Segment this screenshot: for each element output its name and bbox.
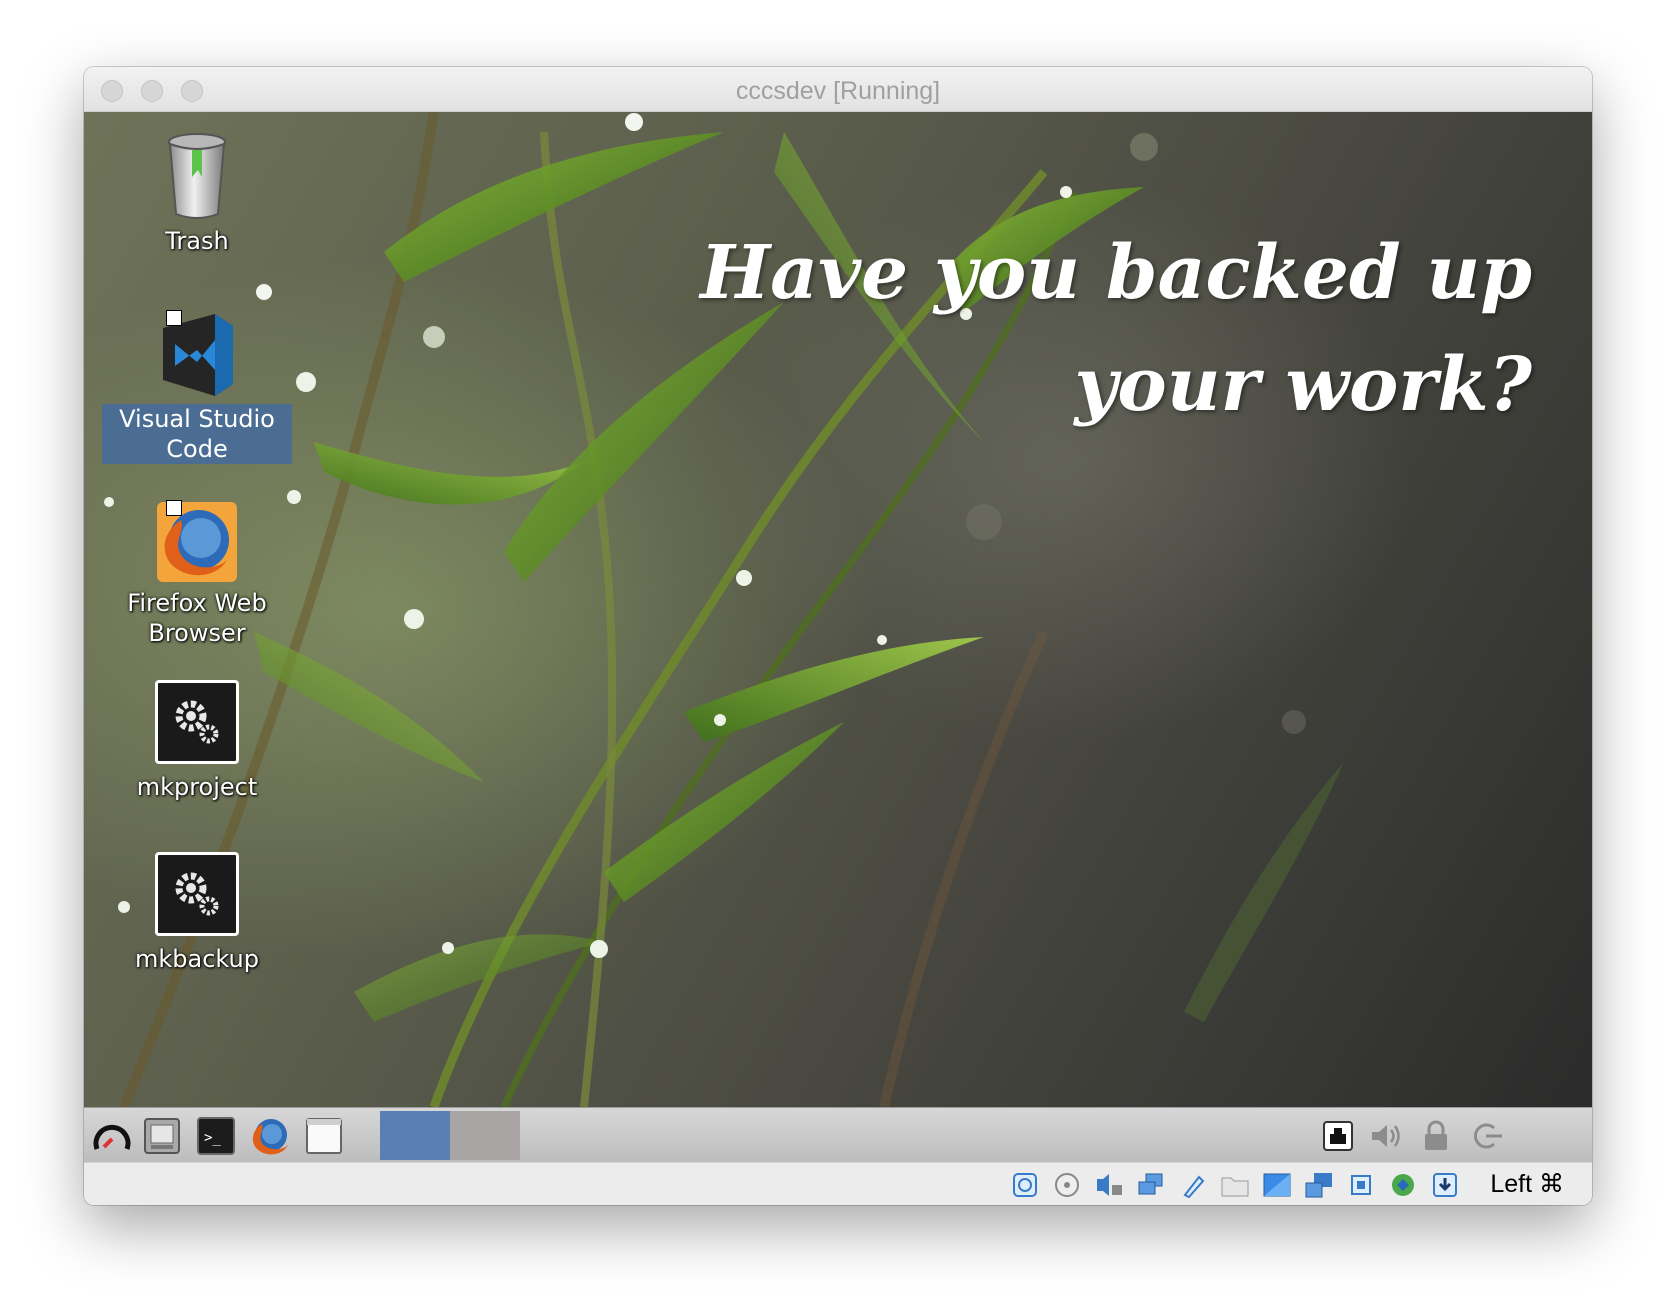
desktop-icon-trash[interactable]: Trash: [102, 132, 292, 256]
usb-icon[interactable]: [1176, 1169, 1210, 1201]
download-icon[interactable]: [1428, 1169, 1462, 1201]
desktop-icon-label: Visual Studio Code: [102, 404, 292, 464]
title-bar[interactable]: cccsdev [Running]: [84, 67, 1592, 112]
desktop-icon-firefox[interactable]: Firefox Web Browser: [102, 500, 292, 648]
menu-icon[interactable]: [90, 1114, 134, 1158]
volume-icon[interactable]: [1366, 1116, 1406, 1156]
firefox-icon[interactable]: [248, 1114, 292, 1158]
terminal-icon[interactable]: >_: [194, 1114, 238, 1158]
guest-taskbar: >_: [84, 1107, 1592, 1162]
desktop-icon-label: mkbackup: [134, 945, 260, 973]
cpu-icon[interactable]: [1344, 1169, 1378, 1201]
virtualbox-window: cccsdev [Running] Have you backed up you…: [84, 67, 1592, 1205]
workspace-1[interactable]: [380, 1111, 450, 1160]
vm-status-bar: Left ⌘: [84, 1162, 1592, 1205]
guest-additions-icon[interactable]: [1386, 1169, 1420, 1201]
gears-icon: [155, 680, 239, 764]
vm-status-icons: [1008, 1169, 1462, 1201]
guest-desktop[interactable]: Have you backed up your work? Trash Visu…: [84, 112, 1592, 1107]
svg-text:>_: >_: [204, 1130, 221, 1146]
blank-window-icon[interactable]: [302, 1114, 346, 1158]
video-capture-icon[interactable]: [1302, 1169, 1336, 1201]
optical-drive-icon[interactable]: [1050, 1169, 1084, 1201]
desktop-icon-label: mkproject: [136, 773, 258, 801]
audio-icon[interactable]: [1092, 1169, 1126, 1201]
shortcut-arrow-icon: [166, 310, 182, 326]
desktop-icon-label: Trash: [165, 227, 229, 255]
network-icon[interactable]: [1318, 1116, 1358, 1156]
workspace-2[interactable]: [450, 1111, 520, 1160]
file-manager-icon[interactable]: [140, 1114, 184, 1158]
shared-folders-icon[interactable]: [1218, 1169, 1252, 1201]
desktop-icon-label: Firefox Web Browser: [127, 589, 267, 647]
wallpaper-caption-line2: your work?: [1074, 342, 1532, 428]
network-icon[interactable]: [1134, 1169, 1168, 1201]
gears-icon: [155, 852, 239, 936]
desktop-icon-vscode[interactable]: Visual Studio Code: [102, 310, 292, 464]
hard-disk-icon[interactable]: [1008, 1169, 1042, 1201]
desktop-icon-mkproject[interactable]: mkproject: [102, 680, 292, 802]
host-key-label[interactable]: Left ⌘: [1490, 1169, 1564, 1199]
lock-icon[interactable]: [1416, 1116, 1456, 1156]
logout-icon[interactable]: [1468, 1116, 1508, 1156]
desktop-icon-mkbackup[interactable]: mkbackup: [102, 852, 292, 974]
shortcut-arrow-icon: [166, 500, 182, 516]
trash-icon: [168, 133, 226, 219]
wallpaper-caption: Have you backed up your work?: [700, 217, 1532, 441]
window-title: cccsdev [Running]: [735, 77, 941, 105]
display-icon[interactable]: [1260, 1169, 1294, 1201]
wallpaper-caption-line1: Have you backed up: [700, 230, 1532, 316]
